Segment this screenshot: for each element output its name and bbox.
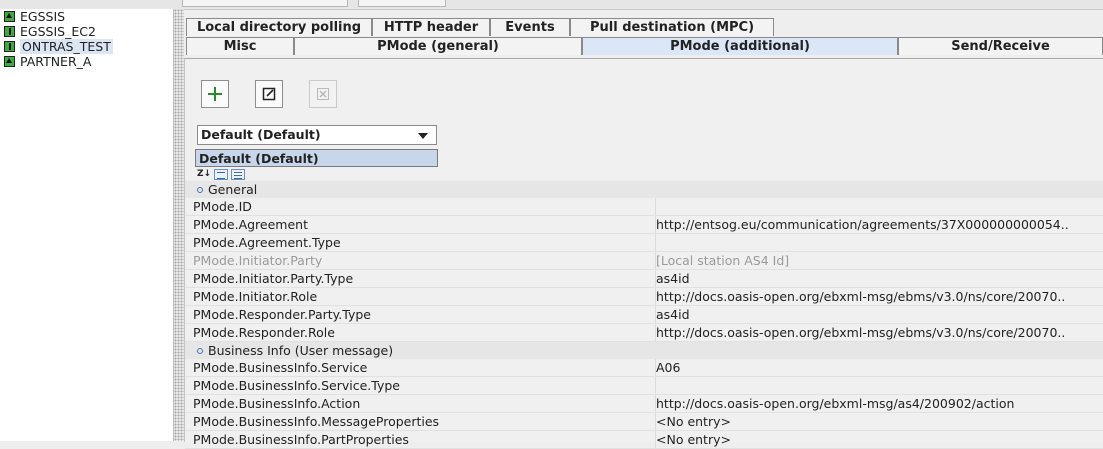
tab-row-2: Misc PMode (general) PMode (additional) … — [184, 37, 1103, 56]
top-strip-segment — [182, 0, 348, 7]
plus-icon — [208, 87, 222, 101]
group-pin-icon — [197, 187, 203, 193]
property-value[interactable]: A06 — [655, 359, 1103, 376]
categorized-view-icon[interactable] — [214, 168, 229, 180]
tab-events[interactable]: Events — [490, 18, 570, 36]
green-info-icon — [4, 41, 15, 52]
tree-item-label: EGSSIS_EC2 — [20, 24, 96, 39]
property-row[interactable]: PMode.Agreement.Type — [185, 234, 1103, 252]
list-view-icon[interactable] — [231, 168, 246, 180]
tab-pull-destination[interactable]: Pull destination (MPC) — [570, 18, 774, 36]
tab-http-header[interactable]: HTTP header — [372, 18, 490, 36]
property-value[interactable]: as4id — [655, 306, 1103, 323]
property-value[interactable]: http://docs.oasis-open.org/ebxml-msg/ebm… — [655, 288, 1103, 305]
property-sheet-toolbar: Z↓ — [197, 168, 246, 180]
group-title-text: Business Info (User message) — [208, 343, 394, 358]
property-row[interactable]: PMode.Responder.Party.Type as4id — [185, 306, 1103, 324]
pmode-additional-panel: Default (Default) Default (Default) Z↓ G… — [184, 58, 1103, 449]
green-up-icon — [4, 56, 15, 67]
property-value[interactable] — [655, 234, 1103, 251]
property-row[interactable]: PMode.Agreement http://entsog.eu/communic… — [185, 216, 1103, 234]
property-row[interactable]: PMode.BusinessInfo.Service.Type — [185, 377, 1103, 395]
property-value[interactable]: [Local station AS4 Id] — [655, 252, 1103, 269]
property-value[interactable]: <No entry> — [655, 413, 1103, 430]
property-key: PMode.Agreement — [193, 217, 308, 232]
property-key: PMode.BusinessInfo.Action — [193, 396, 361, 411]
tree-item-label: ONTRAS_TEST — [20, 39, 113, 54]
property-row[interactable]: PMode.Initiator.Party [Local station AS4 … — [185, 252, 1103, 270]
pmode-select-value: Default (Default) — [201, 127, 321, 142]
property-key: PMode.BusinessInfo.MessageProperties — [193, 414, 440, 429]
property-key: PMode.Responder.Role — [193, 325, 335, 340]
property-value[interactable] — [655, 198, 1103, 215]
property-row[interactable]: PMode.BusinessInfo.MessageProperties <No … — [185, 413, 1103, 431]
tree-item-label: PARTNER_A — [20, 54, 92, 69]
edit-icon — [262, 87, 276, 101]
property-row[interactable]: PMode.BusinessInfo.PartProperties <No ent… — [185, 431, 1103, 449]
pmode-select[interactable]: Default (Default) — [197, 125, 437, 145]
top-strip-segment — [358, 0, 446, 7]
property-group-title: Business Info (User message) — [197, 342, 657, 359]
edit-button[interactable] — [255, 80, 283, 108]
property-row[interactable]: PMode.Initiator.Party.Type as4id — [185, 270, 1103, 288]
property-value[interactable]: http://entsog.eu/communication/agreement… — [655, 216, 1103, 233]
partner-tree: EGSSIS EGSSIS_EC2 ONTRAS_TEST PARTNER_A — [0, 9, 174, 441]
property-value[interactable]: http://docs.oasis-open.org/ebxml-msg/ebm… — [655, 324, 1103, 341]
tab-pmode-additional[interactable]: PMode (additional) — [582, 37, 898, 55]
property-value[interactable] — [655, 377, 1103, 394]
property-key: PMode.Initiator.Party — [193, 253, 323, 268]
tree-item-label: EGSSIS — [20, 9, 66, 24]
property-value[interactable]: <No entry> — [655, 431, 1103, 448]
chevron-down-icon[interactable] — [418, 133, 428, 139]
group-pin-icon — [197, 348, 203, 354]
split-pane-divider[interactable] — [174, 9, 184, 441]
property-key: PMode.ID — [193, 199, 252, 214]
property-key: PMode.BusinessInfo.Service.Type — [193, 378, 400, 393]
property-row[interactable]: PMode.BusinessInfo.Action http://docs.oas… — [185, 395, 1103, 413]
tree-item[interactable]: PARTNER_A — [0, 54, 173, 69]
property-group-header[interactable]: General — [185, 181, 1103, 198]
property-row[interactable]: PMode.Initiator.Role http://docs.oasis-op… — [185, 288, 1103, 306]
tab-local-directory-polling[interactable]: Local directory polling — [186, 18, 372, 36]
property-key: PMode.Initiator.Role — [193, 289, 318, 304]
property-key: PMode.Initiator.Party.Type — [193, 271, 354, 286]
property-key: PMode.Agreement.Type — [193, 235, 341, 250]
tree-item[interactable]: EGSSIS — [0, 9, 173, 24]
property-sheet: General PMode.ID PMode.Agreement http://ent… — [185, 181, 1103, 449]
tree-item[interactable]: EGSSIS_EC2 — [0, 24, 173, 39]
property-row[interactable]: PMode.BusinessInfo.Service A06 — [185, 359, 1103, 377]
tab-misc[interactable]: Misc — [186, 37, 294, 55]
sort-alpha-icon[interactable]: Z↓ — [197, 169, 211, 179]
property-row[interactable]: PMode.Responder.Role http://docs.oasis-op… — [185, 324, 1103, 342]
tab-pmode-general[interactable]: PMode (general) — [294, 37, 582, 55]
pmode-select-option[interactable]: Default (Default) — [195, 149, 438, 167]
property-key: PMode.BusinessInfo.Service — [193, 360, 368, 375]
add-button[interactable] — [201, 80, 229, 108]
tab-row-1: Local directory polling HTTP header Even… — [184, 18, 1103, 37]
delete-button[interactable] — [309, 80, 337, 108]
property-group-header[interactable]: Business Info (User message) — [185, 342, 1103, 359]
tree-item[interactable]: ONTRAS_TEST — [0, 39, 173, 54]
property-key: PMode.Responder.Party.Type — [193, 307, 371, 322]
green-info-icon — [4, 26, 15, 37]
property-row[interactable]: PMode.ID — [185, 198, 1103, 216]
green-up-icon — [4, 11, 15, 22]
group-title-text: General — [208, 182, 258, 197]
tab-send-receive[interactable]: Send/Receive — [898, 37, 1103, 55]
property-key: PMode.BusinessInfo.PartProperties — [193, 432, 409, 447]
property-value[interactable]: as4id — [655, 270, 1103, 287]
property-value[interactable]: http://docs.oasis-open.org/ebxml-msg/as4… — [655, 395, 1103, 412]
delete-icon — [317, 88, 329, 100]
property-group-title: General — [197, 181, 657, 198]
main-panel: Local directory polling HTTP header Even… — [184, 9, 1103, 449]
